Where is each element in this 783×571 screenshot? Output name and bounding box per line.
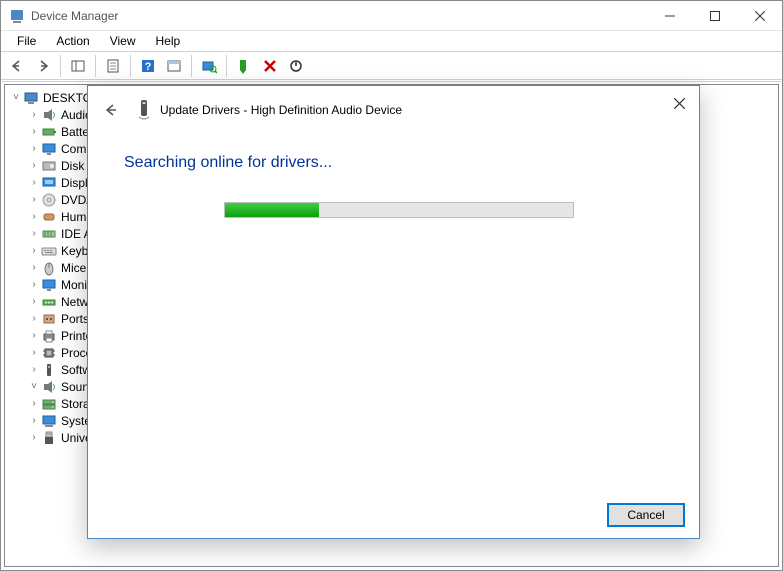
uninstall-icon: [262, 58, 278, 74]
help-icon: ?: [140, 58, 156, 74]
separator: [191, 55, 192, 77]
update-driver-icon: [236, 58, 252, 74]
chevron-right-icon[interactable]: ›: [27, 193, 41, 207]
separator: [130, 55, 131, 77]
computer-icon: [23, 90, 39, 106]
minimize-button[interactable]: [647, 1, 692, 31]
close-button[interactable]: [737, 1, 782, 31]
menu-help[interactable]: Help: [146, 32, 191, 50]
disk-icon: [41, 158, 57, 174]
arrow-left-icon: [9, 58, 25, 74]
uninstall-device-button[interactable]: [258, 54, 282, 78]
maximize-button[interactable]: [692, 1, 737, 31]
dialog-heading: Searching online for drivers...: [124, 154, 663, 172]
chevron-right-icon[interactable]: ›: [27, 261, 41, 275]
chevron-right-icon[interactable]: ›: [27, 176, 41, 190]
dialog-footer: Cancel: [88, 492, 699, 538]
svg-text:?: ?: [145, 61, 152, 73]
chevron-right-icon[interactable]: ›: [27, 142, 41, 156]
menu-view[interactable]: View: [100, 32, 146, 50]
usb-icon: [41, 430, 57, 446]
network-icon: [41, 294, 57, 310]
panel-icon: [70, 58, 86, 74]
scan-icon: [201, 58, 217, 74]
dialog-back-button[interactable]: [98, 98, 122, 122]
chevron-right-icon[interactable]: ›: [27, 329, 41, 343]
show-hide-console-tree-button[interactable]: [66, 54, 90, 78]
software-icon: [41, 362, 57, 378]
chevron-right-icon[interactable]: ›: [27, 278, 41, 292]
chevron-right-icon[interactable]: ›: [27, 312, 41, 326]
forward-button[interactable]: [31, 54, 55, 78]
update-drivers-dialog: Update Drivers - High Definition Audio D…: [87, 85, 700, 539]
chevron-down-icon[interactable]: ˅: [9, 91, 23, 105]
disable-device-button[interactable]: [284, 54, 308, 78]
menu-action[interactable]: Action: [46, 32, 99, 50]
chevron-right-icon[interactable]: ›: [27, 108, 41, 122]
ide-icon: [41, 226, 57, 242]
storage-icon: [41, 396, 57, 412]
close-icon: [674, 98, 685, 109]
speaker-icon: [41, 379, 57, 395]
menu-file[interactable]: File: [7, 32, 46, 50]
chevron-right-icon[interactable]: ›: [27, 227, 41, 241]
chevron-right-icon[interactable]: ›: [27, 346, 41, 360]
monitor-icon: [41, 141, 57, 157]
properties-button[interactable]: [101, 54, 125, 78]
monitor-icon: [41, 277, 57, 293]
properties-icon: [105, 58, 121, 74]
display-icon: [41, 175, 57, 191]
disc-icon: [41, 192, 57, 208]
dialog-body: Searching online for drivers...: [88, 134, 699, 218]
disable-icon: [288, 58, 304, 74]
printer-icon: [41, 328, 57, 344]
progress-fill: [225, 203, 319, 217]
separator: [60, 55, 61, 77]
toolbar-button[interactable]: [162, 54, 186, 78]
hid-icon: [41, 209, 57, 225]
dialog-title: Update Drivers - High Definition Audio D…: [160, 103, 402, 117]
window-title: Device Manager: [31, 9, 647, 23]
progress-bar: [224, 202, 574, 218]
chevron-right-icon[interactable]: ›: [27, 210, 41, 224]
device-manager-icon: [9, 8, 25, 24]
menu-bar: File Action View Help: [1, 31, 782, 52]
cpu-icon: [41, 345, 57, 361]
chevron-right-icon[interactable]: ›: [27, 397, 41, 411]
battery-icon: [41, 124, 57, 140]
chevron-right-icon[interactable]: ›: [27, 414, 41, 428]
chevron-right-icon[interactable]: ›: [27, 295, 41, 309]
update-driver-button[interactable]: [232, 54, 256, 78]
separator: [226, 55, 227, 77]
help-button[interactable]: ?: [136, 54, 160, 78]
system-icon: [41, 413, 57, 429]
device-icon: [136, 99, 152, 121]
chevron-right-icon[interactable]: ›: [27, 431, 41, 445]
chevron-down-icon[interactable]: ˅: [27, 380, 41, 394]
arrow-left-icon: [102, 102, 118, 118]
arrow-right-icon: [35, 58, 51, 74]
separator: [95, 55, 96, 77]
chevron-right-icon[interactable]: ›: [27, 159, 41, 173]
dialog-close-button[interactable]: [665, 92, 693, 114]
titlebar: Device Manager: [1, 1, 782, 31]
dialog-header: Update Drivers - High Definition Audio D…: [88, 86, 699, 134]
panel2-icon: [166, 58, 182, 74]
chevron-right-icon[interactable]: ›: [27, 125, 41, 139]
back-button[interactable]: [5, 54, 29, 78]
chevron-right-icon[interactable]: ›: [27, 244, 41, 258]
scan-hardware-button[interactable]: [197, 54, 221, 78]
speaker-icon: [41, 107, 57, 123]
port-icon: [41, 311, 57, 327]
toolbar: ?: [1, 52, 782, 80]
chevron-right-icon[interactable]: ›: [27, 363, 41, 377]
keyboard-icon: [41, 243, 57, 259]
cancel-button[interactable]: Cancel: [607, 503, 685, 527]
mouse-icon: [41, 260, 57, 276]
